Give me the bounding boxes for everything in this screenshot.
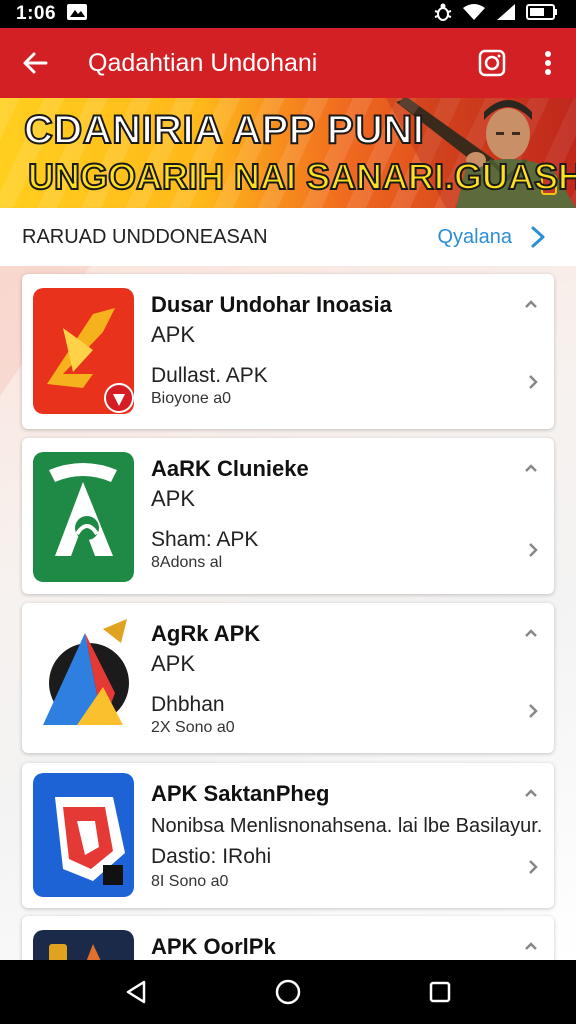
app-card[interactable]: APK SaktanPheg Nonibsa Menlisnonahsena. … <box>22 763 554 908</box>
app-icon-play-triangle <box>33 613 134 743</box>
app-detail: Dullast. APK <box>151 364 268 387</box>
app-description: Nonibsa Menlisnonahsena. lai lbe Basilay… <box>151 815 543 837</box>
nav-home-icon[interactable] <box>258 962 318 1022</box>
chevron-up-icon[interactable] <box>524 296 538 314</box>
app-type: APK <box>151 322 196 347</box>
app-detail: Dhbhan <box>151 693 225 716</box>
app-name: Dusar Undohar Inoasia <box>151 292 392 317</box>
section-header: RARUAD UNDDONEASAN Qyalana <box>0 208 576 266</box>
app-card[interactable]: Dusar Undohar Inoasia APK Dullast. APK B… <box>22 274 554 429</box>
app-card[interactable]: AgRk APK APK Dhbhan 2X Sono a0 <box>22 603 554 753</box>
app-bar-title: Qadahtian Undohani <box>88 48 318 77</box>
chevron-up-icon[interactable] <box>524 460 538 478</box>
app-sub-info: 8I Sono a0 <box>151 873 229 890</box>
status-bar: 1:06 <box>0 0 576 28</box>
app-icon-green-a <box>33 452 134 582</box>
nav-back-icon[interactable] <box>106 962 166 1022</box>
gallery-icon <box>66 3 88 26</box>
app-icon-blue-shield <box>33 773 134 897</box>
bug-icon <box>434 2 452 27</box>
chevron-up-icon[interactable] <box>524 785 538 803</box>
app-name: APK OorlPk <box>151 934 276 959</box>
status-time: 1:06 <box>16 3 57 24</box>
system-nav-bar <box>0 960 576 1024</box>
chevron-right-icon[interactable] <box>528 859 538 880</box>
wifi-icon <box>462 3 486 26</box>
chevron-right-icon[interactable] <box>528 374 538 395</box>
app-name: APK SaktanPheg <box>151 781 330 806</box>
more-vert-icon[interactable] <box>520 28 576 98</box>
chevron-right-icon[interactable] <box>528 542 538 563</box>
section-title: RARUAD UNDDONEASAN <box>22 225 268 248</box>
app-type: APK <box>151 651 196 676</box>
app-sub-info: 2X Sono a0 <box>151 719 235 736</box>
chevron-up-icon[interactable] <box>524 625 538 643</box>
banner-headline: CDANIRIA APP PUNI <box>23 107 425 153</box>
app-name: AgRk APK <box>151 621 261 646</box>
see-more-link[interactable]: Qyalana <box>438 226 513 249</box>
app-detail: Sham: APK <box>151 528 259 551</box>
banner-subheadline: UNGOARIH NAI SANARI.GUASH <box>27 155 576 198</box>
app-sub-info: 8Adons al <box>151 554 223 571</box>
app-icon-red-arrow <box>33 288 134 414</box>
promo-banner[interactable]: CDANIRIA APP PUNI UNGOARIH NAI SANARI.GU… <box>0 98 576 208</box>
app-detail: Dastio: IRohi <box>151 845 272 868</box>
chevron-right-icon[interactable] <box>530 225 554 249</box>
signal-icon <box>496 3 516 26</box>
app-sub-info: Bioyone a0 <box>151 390 232 407</box>
nav-recents-icon[interactable] <box>410 962 470 1022</box>
battery-icon <box>526 3 558 26</box>
app-card[interactable]: AaRK Clunieke APK Sham: APK 8Adons al <box>22 438 554 594</box>
instagram-icon[interactable] <box>464 28 520 98</box>
back-arrow-icon[interactable] <box>0 28 70 98</box>
app-bar: Qadahtian Undohani <box>0 28 576 98</box>
chevron-up-icon[interactable] <box>524 938 538 956</box>
app-type: APK <box>151 486 196 511</box>
app-name: AaRK Clunieke <box>151 456 309 481</box>
chevron-right-icon[interactable] <box>528 703 538 724</box>
